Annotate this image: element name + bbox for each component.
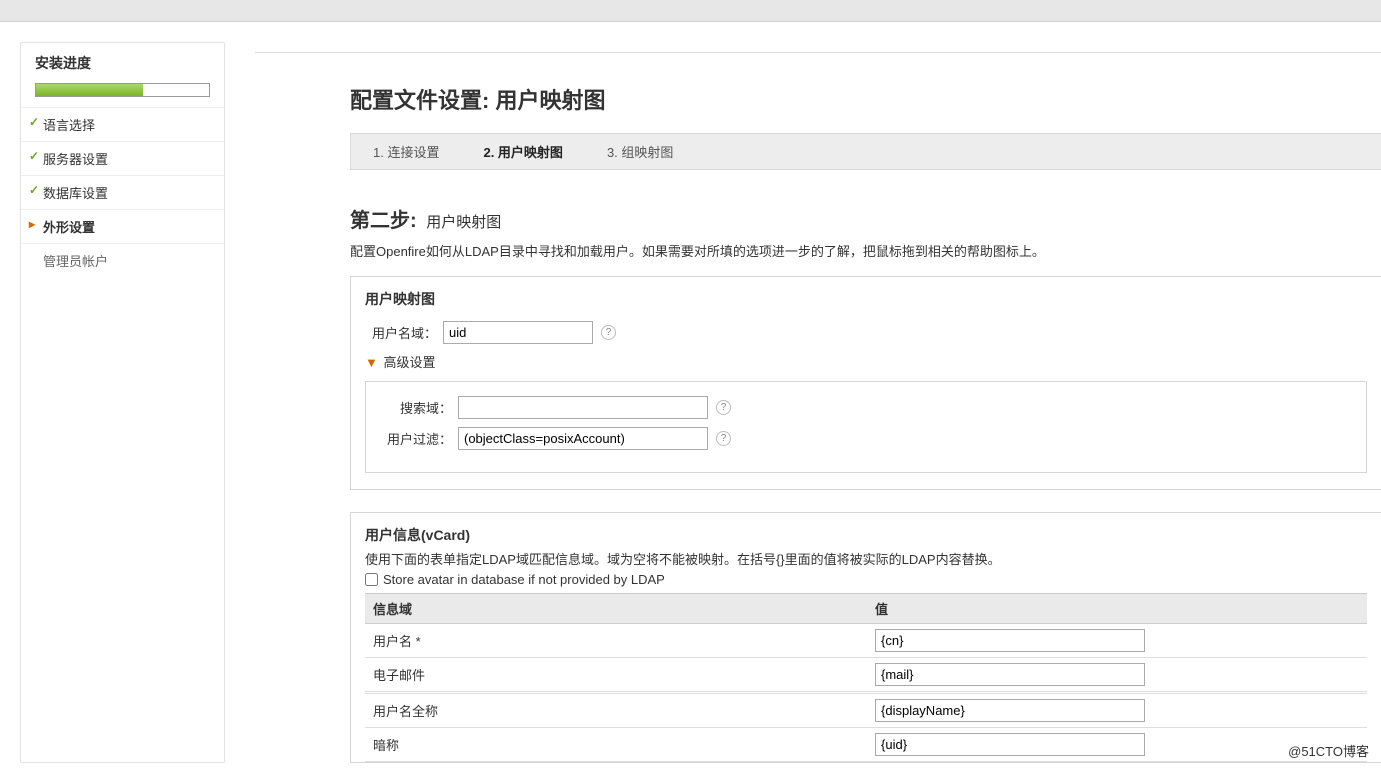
step-heading: 第二步:	[350, 210, 417, 232]
sidebar-step-profile[interactable]: ▸ 外形设置	[21, 210, 224, 244]
subtabs: 1. 连接设置 2. 用户映射图 3. 组映射图	[350, 133, 1381, 170]
triangle-down-icon: ▼	[365, 355, 378, 370]
tab-connection[interactable]: 1. 连接设置	[351, 134, 461, 169]
vcard-fullname-input[interactable]	[875, 699, 1145, 722]
field-label: 暗称	[365, 728, 867, 762]
step-label: 服务器设置	[43, 152, 108, 167]
sidebar-step-admin[interactable]: 管理员帐户	[21, 244, 224, 277]
step-label: 数据库设置	[43, 186, 108, 201]
step-description: 配置Openfire如何从LDAP目录中寻找和加载用户。如果需要对所填的选项进一…	[350, 241, 1381, 260]
vcard-nickname-input[interactable]	[875, 733, 1145, 756]
user-mapping-panel: 用户映射图 用户名域： ? ▼ 高级设置 搜索域： ? 用户过滤：	[350, 276, 1381, 490]
table-row: 暗称	[365, 728, 1367, 762]
col-value-header: 值	[867, 594, 1367, 624]
table-row: 用户名 *	[365, 624, 1367, 658]
user-filter-input[interactable]	[458, 427, 708, 450]
window-topbar	[0, 0, 1381, 22]
sidebar-title: 安装进度	[21, 53, 224, 79]
watermark: @51CTO博客	[1288, 741, 1369, 760]
tab-user-mapping[interactable]: 2. 用户映射图	[461, 134, 584, 169]
search-fields-label: 搜索域：	[380, 398, 458, 417]
vcard-title: 用户信息(vCard)	[365, 525, 1367, 545]
table-row: 电子邮件	[365, 658, 1367, 692]
advanced-label: 高级设置	[384, 355, 436, 370]
step-label: 语言选择	[43, 118, 95, 133]
advanced-toggle[interactable]: ▼ 高级设置	[365, 352, 1367, 371]
col-field-header: 信息域	[365, 594, 867, 624]
help-icon[interactable]: ?	[716, 431, 731, 446]
help-icon[interactable]: ?	[716, 400, 731, 415]
sidebar-steps: ✓ 语言选择 ✓ 服务器设置 ✓ 数据库设置 ▸ 外形设置 管理员帐户	[21, 107, 224, 277]
sidebar-step-database[interactable]: ✓ 数据库设置	[21, 176, 224, 210]
store-avatar-label: Store avatar in database if not provided…	[383, 572, 665, 587]
vcard-desc: 使用下面的表单指定LDAP域匹配信息域。域为空将不能被映射。在括号{}里面的值将…	[365, 549, 1367, 568]
arrow-icon: ▸	[29, 217, 35, 231]
username-field-input[interactable]	[443, 321, 593, 344]
sidebar-step-server[interactable]: ✓ 服务器设置	[21, 142, 224, 176]
field-label: 电子邮件	[365, 658, 867, 692]
check-icon: ✓	[29, 183, 39, 197]
progress-fill	[36, 84, 143, 96]
progress-bar	[35, 83, 210, 97]
username-field-label: 用户名域：	[365, 323, 443, 342]
vcard-panel: 用户信息(vCard) 使用下面的表单指定LDAP域匹配信息域。域为空将不能被映…	[350, 512, 1381, 763]
advanced-panel: 搜索域： ? 用户过滤： ?	[365, 381, 1367, 473]
step-label: 外形设置	[43, 220, 95, 235]
setup-sidebar: 安装进度 ✓ 语言选择 ✓ 服务器设置 ✓ 数据库设置 ▸ 外形设置 管理员帐户	[20, 42, 225, 763]
sidebar-step-language[interactable]: ✓ 语言选择	[21, 108, 224, 142]
vcard-table: 信息域 值 用户名 * 电子邮件 用户名全称	[365, 593, 1367, 762]
step-subheading: 用户映射图	[426, 214, 501, 231]
store-avatar-checkbox[interactable]	[365, 573, 378, 586]
field-label: 用户名全称	[365, 694, 867, 728]
vcard-email-input[interactable]	[875, 663, 1145, 686]
step-label: 管理员帐户	[43, 254, 108, 269]
check-icon: ✓	[29, 115, 39, 129]
main-content: 配置文件设置: 用户映射图 1. 连接设置 2. 用户映射图 3. 组映射图 第…	[255, 52, 1381, 763]
check-icon: ✓	[29, 149, 39, 163]
page-title: 配置文件设置: 用户映射图	[350, 83, 1381, 115]
search-fields-input[interactable]	[458, 396, 708, 419]
help-icon[interactable]: ?	[601, 325, 616, 340]
panel-title: 用户映射图	[365, 289, 1367, 309]
field-label: 用户名 *	[365, 624, 867, 658]
vcard-name-input[interactable]	[875, 629, 1145, 652]
table-row: 用户名全称	[365, 694, 1367, 728]
user-filter-label: 用户过滤：	[380, 429, 458, 448]
tab-group-mapping[interactable]: 3. 组映射图	[585, 134, 695, 169]
